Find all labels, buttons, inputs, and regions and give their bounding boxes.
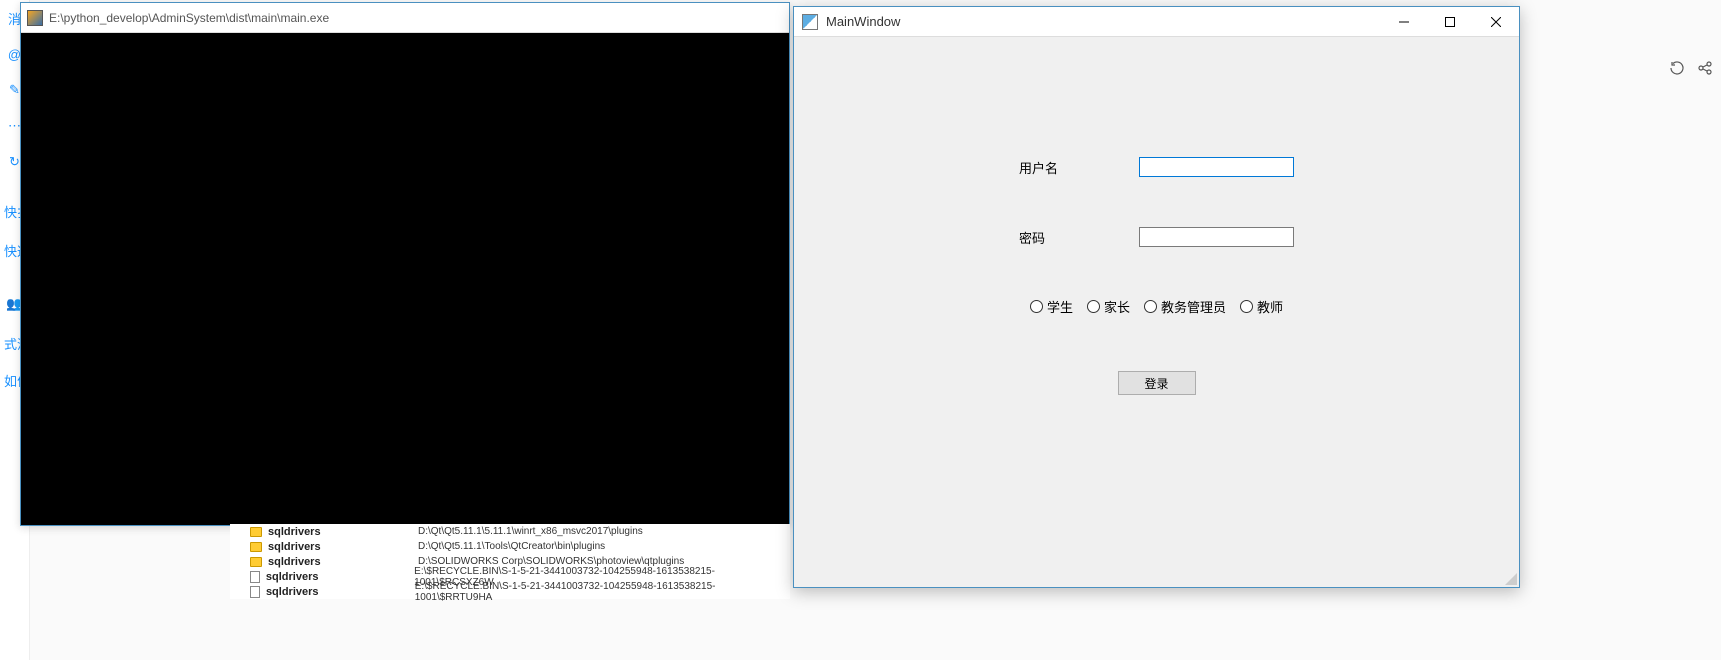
password-input[interactable] <box>1139 227 1294 247</box>
radio-teacher[interactable]: 教师 <box>1240 297 1283 316</box>
file-row[interactable]: sqldrivers E:\$RECYCLE.BIN\S-1-5-21-3441… <box>230 584 790 599</box>
role-radio-group: 学生 家长 教务管理员 教师 <box>794 297 1519 316</box>
qt-title: MainWindow <box>826 14 1381 29</box>
file-name: sqldrivers <box>266 571 414 583</box>
radio-parent[interactable]: 家长 <box>1087 297 1130 316</box>
file-row[interactable]: sqldrivers D:\Qt\Qt5.11.1\Tools\QtCreato… <box>230 539 790 554</box>
file-list: sqldrivers D:\Qt\Qt5.11.1\5.11.1\winrt_x… <box>230 524 790 599</box>
password-row: 密码 <box>794 227 1519 247</box>
close-button[interactable] <box>1473 7 1519 37</box>
maximize-button[interactable] <box>1427 7 1473 37</box>
qt-main-window: MainWindow 用户名 密码 学生 <box>793 6 1520 588</box>
radio-label: 学生 <box>1047 297 1073 316</box>
folder-icon <box>250 557 262 567</box>
login-row: 登录 <box>794 371 1519 395</box>
file-name: sqldrivers <box>266 586 415 598</box>
radio-student[interactable]: 学生 <box>1030 297 1073 316</box>
file-path: D:\Qt\Qt5.11.1\5.11.1\winrt_x86_msvc2017… <box>418 526 643 537</box>
console-body[interactable] <box>21 33 789 525</box>
file-name: sqldrivers <box>268 556 418 568</box>
file-icon <box>250 571 260 583</box>
password-label: 密码 <box>1019 228 1119 247</box>
folder-icon <box>250 527 262 537</box>
file-icon <box>250 586 260 598</box>
qt-titlebar[interactable]: MainWindow <box>794 7 1519 37</box>
radio-circle-icon <box>1030 300 1043 313</box>
file-name: sqldrivers <box>268 526 418 538</box>
topright-toolbar <box>1669 60 1713 81</box>
file-row[interactable]: sqldrivers D:\Qt\Qt5.11.1\5.11.1\winrt_x… <box>230 524 790 539</box>
console-window: E:\python_develop\AdminSystem\dist\main\… <box>20 2 790 526</box>
qt-app-icon <box>802 14 818 30</box>
console-title: E:\python_develop\AdminSystem\dist\main\… <box>49 11 329 25</box>
username-input[interactable] <box>1139 157 1294 177</box>
file-path: E:\$RECYCLE.BIN\S-1-5-21-3441003732-1042… <box>415 581 790 603</box>
radio-circle-icon <box>1144 300 1157 313</box>
file-path: D:\Qt\Qt5.11.1\Tools\QtCreator\bin\plugi… <box>418 541 605 552</box>
radio-admin[interactable]: 教务管理员 <box>1144 297 1226 316</box>
username-label: 用户名 <box>1019 158 1119 177</box>
radio-circle-icon <box>1240 300 1253 313</box>
username-row: 用户名 <box>794 157 1519 177</box>
radio-label: 家长 <box>1104 297 1130 316</box>
folder-icon <box>250 542 262 552</box>
minimize-button[interactable] <box>1381 7 1427 37</box>
login-button[interactable]: 登录 <box>1118 371 1196 395</box>
radio-label: 教师 <box>1257 297 1283 316</box>
resize-grip[interactable] <box>1503 571 1517 585</box>
radio-label: 教务管理员 <box>1161 297 1226 316</box>
refresh-icon[interactable] <box>1669 60 1685 81</box>
qt-window-controls <box>1381 7 1519 37</box>
radio-circle-icon <box>1087 300 1100 313</box>
qt-body: 用户名 密码 学生 家长 教务管理员 教师 <box>794 37 1519 587</box>
console-app-icon <box>27 10 43 26</box>
file-name: sqldrivers <box>268 541 418 553</box>
share-icon[interactable] <box>1697 60 1713 81</box>
console-titlebar[interactable]: E:\python_develop\AdminSystem\dist\main\… <box>21 3 789 33</box>
